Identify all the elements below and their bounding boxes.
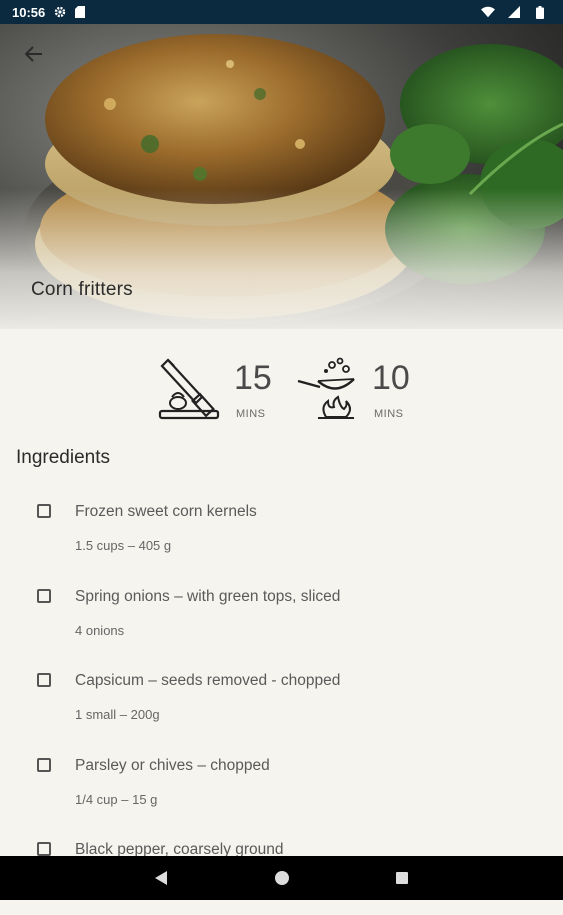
list-item[interactable]: Capsicum – seeds removed - chopped 1 sma…: [0, 666, 563, 746]
square-recents-icon[interactable]: [393, 869, 411, 887]
recipe-title: Corn fritters: [31, 279, 133, 300]
hero-image: Corn fritters: [0, 24, 563, 329]
back-button[interactable]: [20, 42, 48, 70]
system-nav-bar: [0, 856, 563, 900]
wifi-icon: [481, 5, 495, 19]
ingredients-heading: Ingredients: [16, 447, 111, 468]
ingredient-checkbox[interactable]: [37, 758, 51, 772]
arrow-left-icon: [24, 45, 43, 67]
triangle-back-icon[interactable]: [152, 869, 170, 887]
cook-time-value: 10: [372, 359, 410, 397]
frying-pan-icon: [296, 357, 358, 426]
ingredient-name: Capsicum – seeds removed - chopped: [75, 672, 341, 689]
ingredient-quantity: 4 onions: [75, 623, 125, 638]
prep-time-unit: MINS: [236, 408, 266, 420]
status-bar: 10:56: [0, 0, 563, 24]
ingredient-name: Parsley or chives – chopped: [75, 757, 270, 774]
ingredient-checkbox[interactable]: [37, 673, 51, 687]
signal-icon: [507, 5, 521, 19]
status-time: 10:56: [12, 4, 46, 20]
list-item[interactable]: Frozen sweet corn kernels 1.5 cups – 405…: [0, 497, 563, 577]
hero-fade: [0, 189, 563, 329]
ingredient-checkbox[interactable]: [37, 504, 51, 518]
gear-icon: [53, 5, 67, 19]
ingredient-checkbox[interactable]: [37, 842, 51, 856]
prep-time-value: 15: [234, 359, 272, 397]
circle-home-icon[interactable]: [273, 869, 291, 887]
ingredient-quantity: 1.5 cups – 405 g: [75, 538, 172, 553]
list-item[interactable]: Spring onions – with green tops, sliced …: [0, 582, 563, 662]
list-item[interactable]: Parsley or chives – chopped 1/4 cup – 15…: [0, 751, 563, 831]
cook-time: 10 MINS: [296, 355, 416, 425]
ingredient-quantity: 1 small – 200g: [75, 707, 160, 722]
battery-icon: [533, 5, 547, 19]
ingredient-checkbox[interactable]: [37, 589, 51, 603]
sd-card-icon: [73, 5, 87, 19]
cook-time-unit: MINS: [374, 408, 404, 420]
prep-time: 15 MINS: [158, 355, 278, 425]
knife-board-icon: [158, 357, 220, 426]
ingredient-name: Spring onions – with green tops, sliced: [75, 588, 341, 605]
ingredient-name: Frozen sweet corn kernels: [75, 503, 257, 520]
ingredient-quantity: 1/4 cup – 15 g: [75, 792, 158, 807]
time-summary: 15 MINS 10 MINS: [0, 355, 563, 430]
